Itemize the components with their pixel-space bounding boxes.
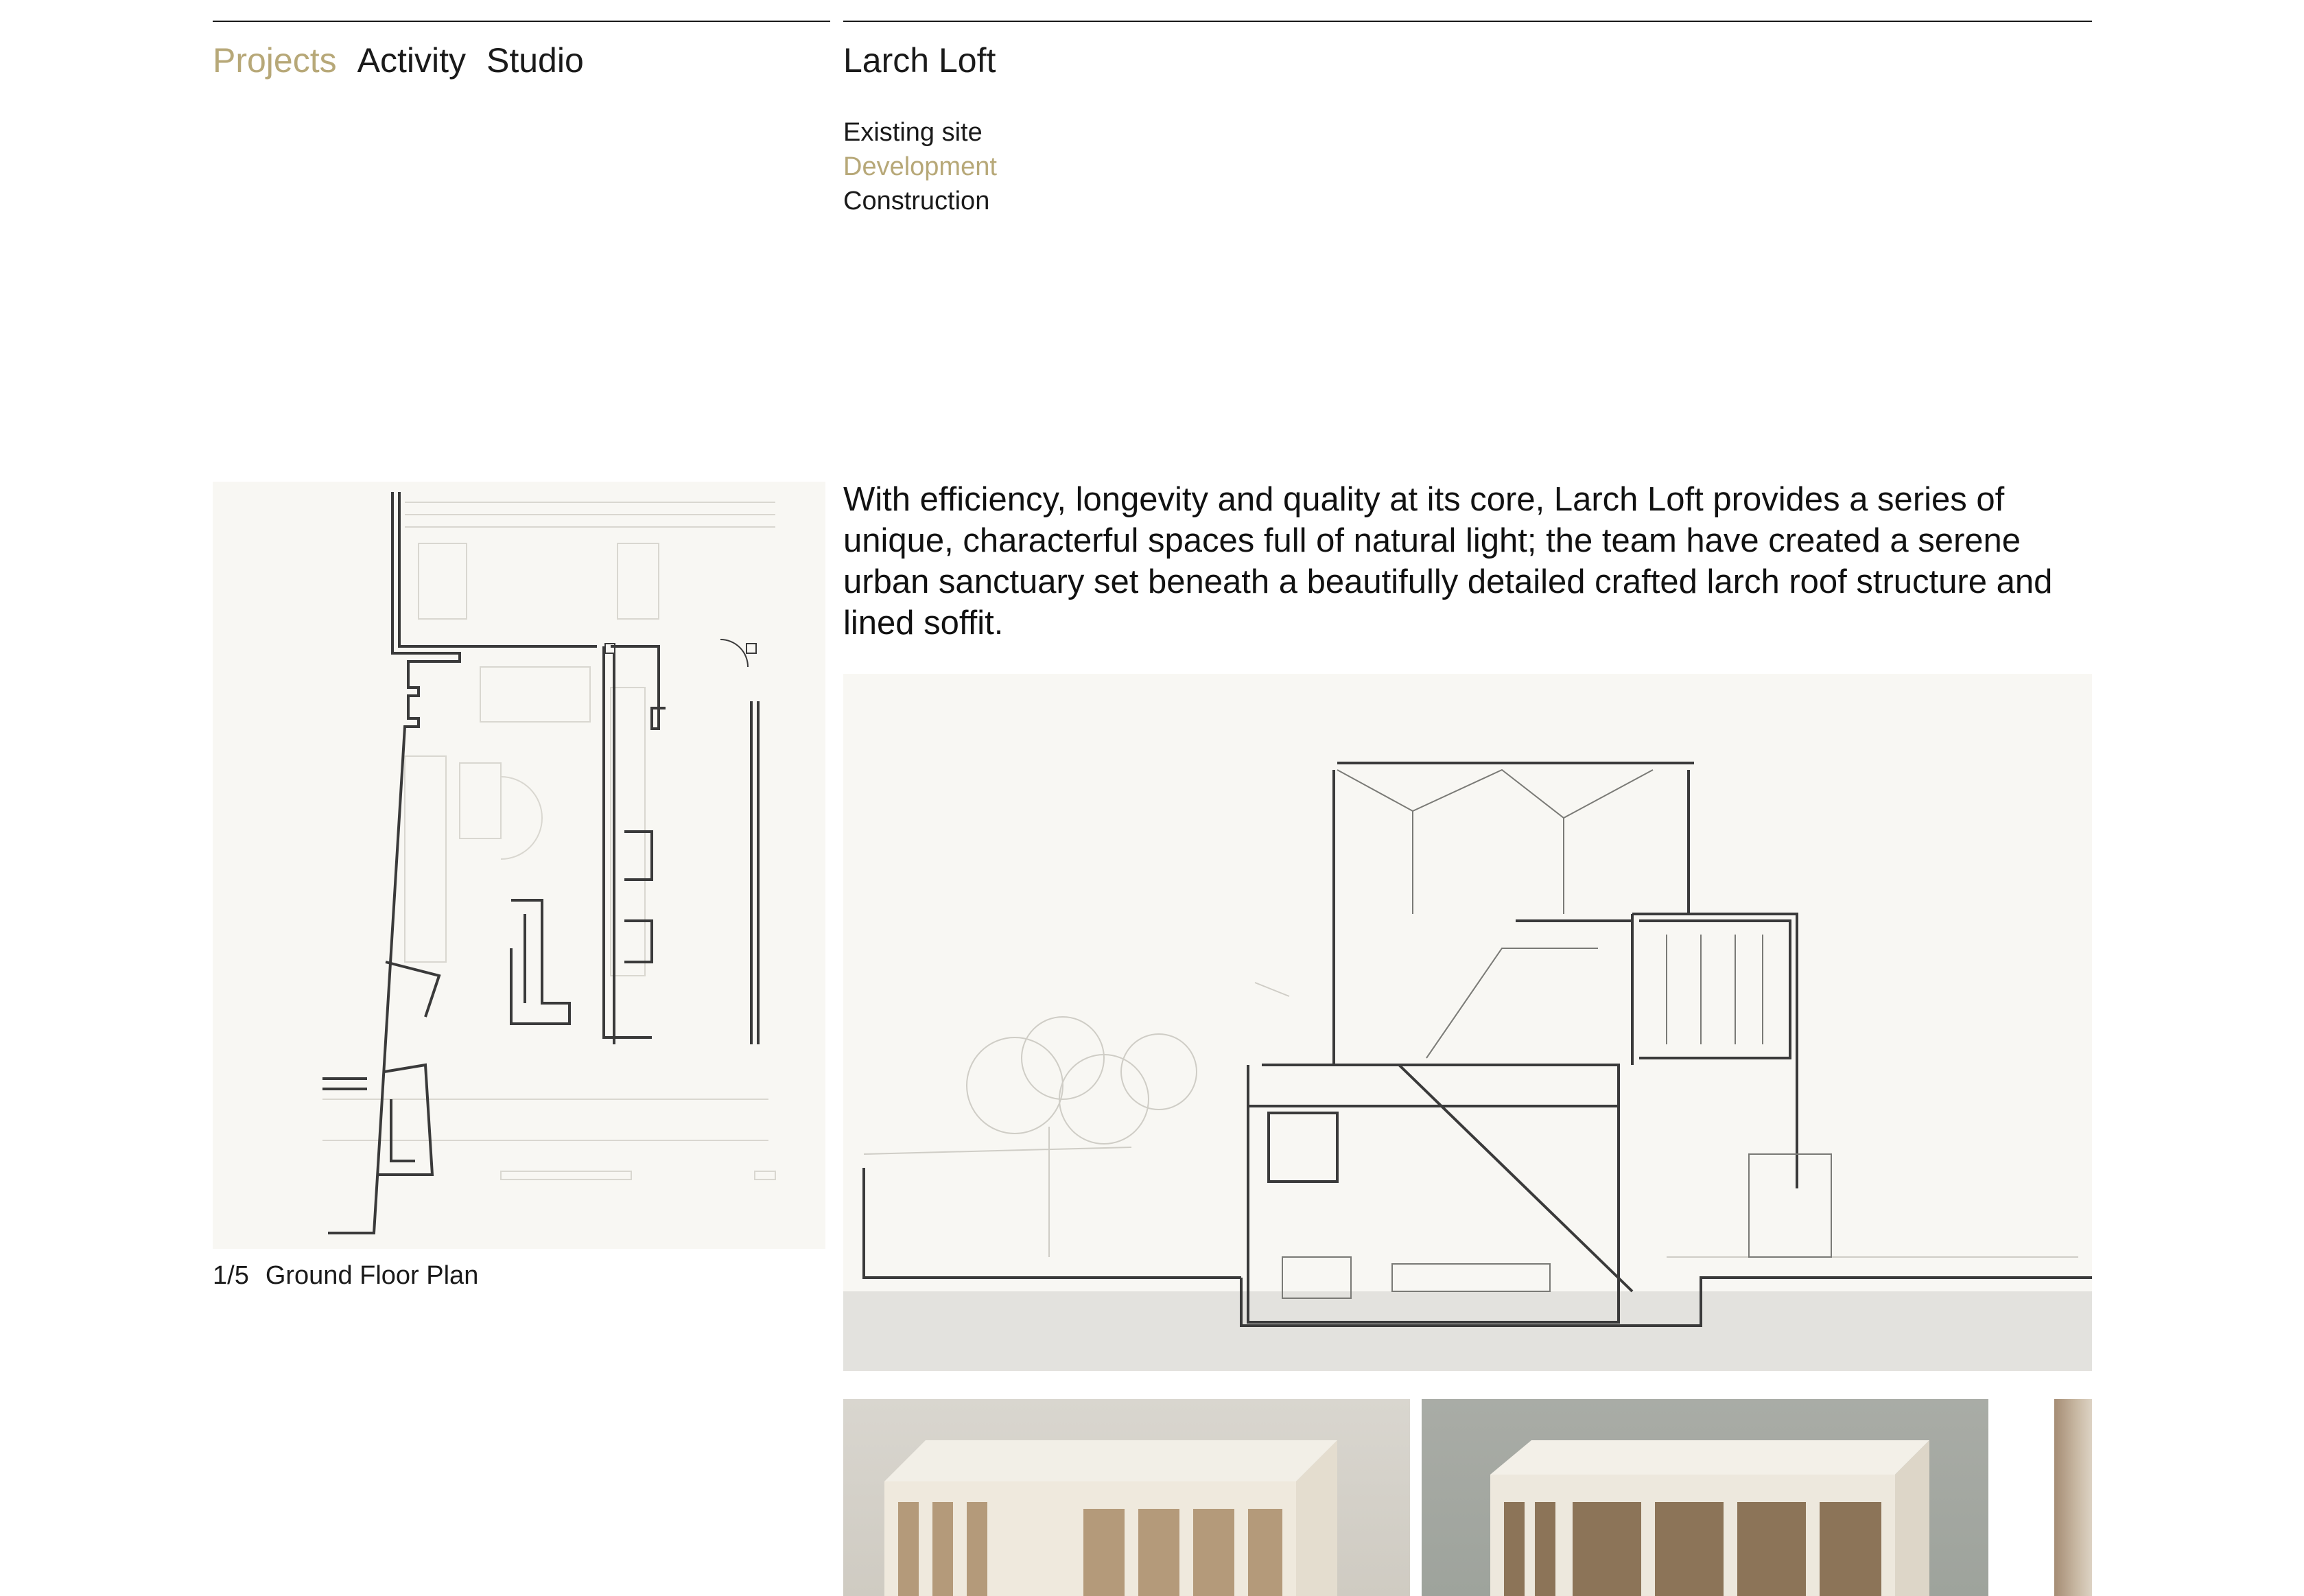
phase-existing-site[interactable]: Existing site bbox=[843, 115, 997, 150]
section-drawing-image[interactable] bbox=[843, 674, 2092, 1371]
phase-construction[interactable]: Construction bbox=[843, 184, 997, 218]
project-description: With efficiency, longevity and quality a… bbox=[843, 481, 2053, 642]
phase-development[interactable]: Development bbox=[843, 150, 997, 184]
nav-studio[interactable]: Studio bbox=[486, 38, 584, 82]
image-counter: 1/5 bbox=[213, 1261, 249, 1290]
model-photo-2-drawing bbox=[1490, 1440, 1929, 1596]
nav-projects[interactable]: Projects bbox=[213, 38, 337, 82]
phase-list: Existing site Development Construction bbox=[843, 115, 997, 218]
section-drawing bbox=[843, 762, 2092, 1371]
image-caption-text: Ground Floor Plan bbox=[265, 1261, 479, 1290]
model-photo-2[interactable] bbox=[1422, 1399, 1988, 1596]
model-photo-1[interactable] bbox=[843, 1399, 1410, 1596]
header-rule-left bbox=[213, 21, 830, 22]
header-rule-right bbox=[843, 21, 2092, 22]
nav-activity[interactable]: Activity bbox=[357, 38, 466, 82]
image-caption: 1/5 Ground Floor Plan bbox=[213, 1258, 478, 1293]
model-photo-1-drawing bbox=[884, 1440, 1337, 1596]
main-nav: Projects Activity Studio bbox=[213, 38, 584, 82]
project-title: Larch Loft bbox=[843, 41, 996, 80]
ground-floor-plan-image[interactable] bbox=[213, 482, 825, 1249]
model-photo-3[interactable] bbox=[2054, 1399, 2092, 1596]
floor-plan-drawing bbox=[322, 492, 776, 1234]
